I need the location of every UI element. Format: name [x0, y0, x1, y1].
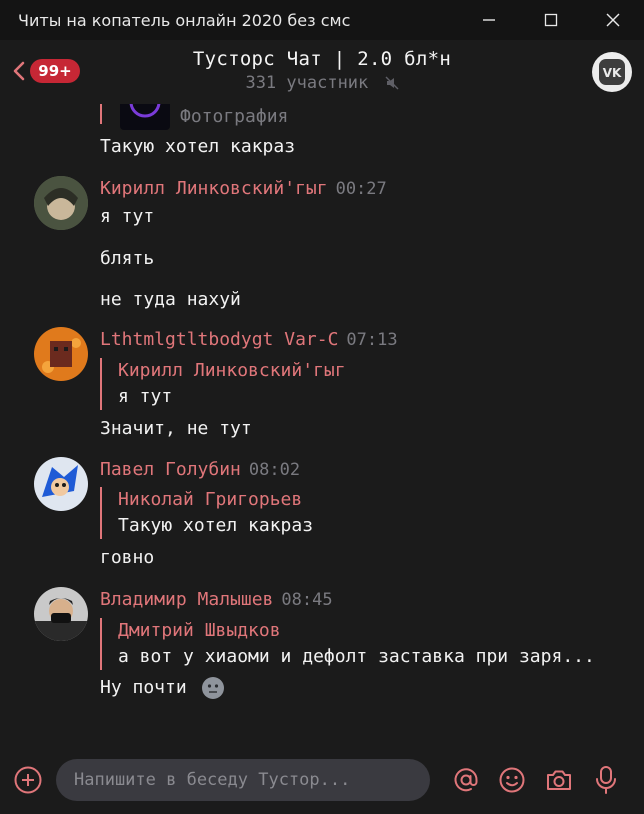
message-time: 07:13 [346, 330, 398, 350]
author-name[interactable]: Lthtmlgtltbodygt Var-C [100, 329, 338, 350]
camera-icon [547, 770, 571, 790]
reply-quote[interactable]: Дмитрий Швыдков а вот у хиаоми и дефолт … [100, 618, 595, 670]
reply-quote[interactable]: Николай Григорьев Такую хотел какраз [100, 487, 313, 539]
reply-quote[interactable] [100, 104, 118, 124]
minimize-button[interactable] [458, 0, 520, 40]
add-icon [14, 766, 42, 794]
quoted-photo-thumbnail [120, 104, 170, 130]
message-text-content: Ну почти [100, 677, 187, 698]
quote-text: а вот у хиаоми и дефолт заставка при зар… [118, 646, 595, 667]
chat-subtitle: 331 участник [0, 73, 644, 93]
message-header: Владимир Малышев 08:45 [100, 589, 333, 610]
mention-icon [454, 768, 478, 792]
author-name[interactable]: Кирилл Линковский'гыг [100, 178, 328, 199]
close-icon [606, 13, 620, 27]
chat-header: 99+ Тусторс Чат | 2.0 бл*н 331 участник … [0, 40, 644, 104]
quoted-photo-label: Фотография [180, 106, 289, 127]
message-time: 08:02 [248, 460, 301, 480]
vk-logo-icon: VK [599, 59, 625, 85]
emoji-icon [499, 767, 525, 793]
chat-avatar[interactable]: VK [592, 52, 632, 92]
window-titlebar: Читы на копатель онлайн 2020 без смс [0, 0, 644, 40]
author-name[interactable]: Павел Голубин [100, 459, 241, 480]
message-text: блять [100, 248, 155, 269]
camera-button[interactable] [543, 764, 575, 796]
quote-author: Кирилл Линковский'гыг [118, 360, 346, 381]
reply-quote[interactable]: Кирилл Линковский'гыг я тут [100, 358, 346, 410]
author-name[interactable]: Владимир Малышев [100, 589, 273, 610]
emoji-button[interactable] [496, 764, 528, 796]
close-button[interactable] [582, 0, 644, 40]
member-count: 331 участник [245, 73, 369, 93]
quote-author: Николай Григорьев [118, 489, 303, 510]
avatar[interactable] [34, 327, 88, 381]
quote-text: Такую хотел какраз [118, 515, 314, 536]
mention-button[interactable] [450, 764, 482, 796]
message-text: я тут [100, 206, 155, 227]
message-composer [0, 744, 644, 814]
maximize-icon [544, 13, 558, 27]
voice-button[interactable] [590, 764, 622, 796]
avatar[interactable] [34, 457, 88, 511]
message-header: Lthtmlgtltbodygt Var-C 07:13 [100, 329, 398, 350]
message-header: Кирилл Линковский'гыг 00:27 [100, 178, 387, 199]
emoji-icon [201, 677, 224, 699]
avatar[interactable] [34, 587, 88, 641]
message-text: говно [100, 547, 155, 568]
window-title: Читы на копатель онлайн 2020 без смс [18, 10, 351, 30]
attach-button[interactable] [12, 764, 44, 796]
message-input[interactable] [56, 759, 430, 801]
avatar[interactable] [34, 176, 88, 230]
minimize-icon [483, 19, 495, 21]
microphone-icon [596, 766, 616, 794]
message-text: Такую хотел какраз [100, 136, 296, 157]
message-list[interactable]: Фотография Такую хотел какраз Кирилл Лин… [0, 104, 644, 744]
mute-icon [385, 76, 399, 90]
quote-author: Дмитрий Швыдков [118, 620, 281, 641]
maximize-button[interactable] [520, 0, 582, 40]
message-header: Павел Голубин 08:02 [100, 459, 300, 480]
chat-title[interactable]: Тусторс Чат | 2.0 бл*н [0, 48, 644, 70]
message-text: не туда нахуй [100, 289, 241, 310]
message-time: 08:45 [281, 590, 333, 610]
message-time: 00:27 [335, 179, 387, 199]
svg-text:VK: VK [603, 66, 622, 80]
message-text: Значит, не тут [100, 418, 252, 439]
quote-text: я тут [118, 386, 173, 407]
message-text: Ну почти [100, 677, 224, 699]
